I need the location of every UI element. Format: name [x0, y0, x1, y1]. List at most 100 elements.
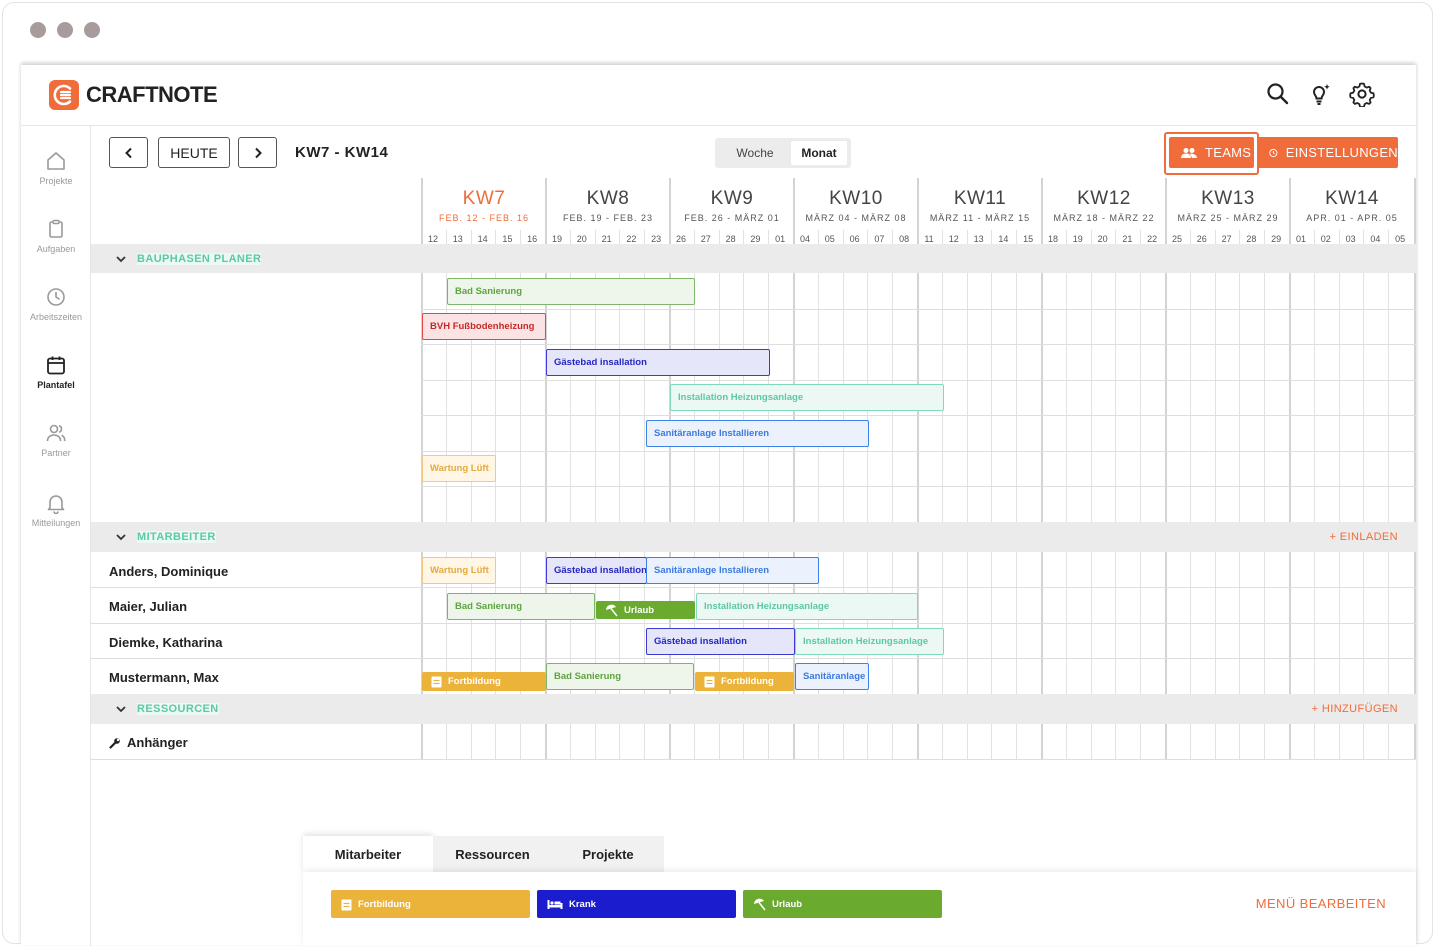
invite-link[interactable]: + EINLADEN [1330, 531, 1399, 543]
staff-bar[interactable]: Bad Sanierung [546, 663, 694, 690]
week-number: KW11 [953, 188, 1007, 209]
week-number: KW14 [1325, 188, 1379, 209]
staff-bar[interactable]: Installation Heizungsanlage [795, 628, 944, 655]
week-date-range: FEB. 19 - FEB. 23 [562, 213, 654, 223]
window-maximize-dot[interactable] [84, 22, 100, 38]
staff-bar[interactable]: Wartung Lüft [422, 557, 496, 584]
absence-fortbildung-bar[interactable]: Fortbildung [422, 672, 546, 691]
legend-chip-label: Fortbildung [358, 898, 411, 910]
section-ressourcen: RESSOURCEN + HINZUFÜGEN [91, 694, 1416, 724]
legend-body: Fortbildung Krank Urlaub MENÜ BEARBEITEN [303, 872, 1416, 946]
app-name: CRAFTNOTE [86, 82, 218, 107]
staff-name: Diemke, Katharina [109, 635, 223, 650]
week-date-range: FEB. 26 - MÄRZ 01 [684, 213, 780, 223]
absence-urlaub-bar[interactable]: Urlaub [596, 601, 695, 619]
next-button[interactable] [238, 137, 277, 168]
window-close-dot[interactable] [30, 22, 46, 38]
settings-gear-icon[interactable] [1349, 81, 1375, 108]
staff-bar[interactable]: Installation Heizungsanlage [696, 593, 918, 620]
week-date-range: MÄRZ 04 - MÄRZ 08 [805, 213, 907, 223]
grid-row-line [91, 587, 1416, 588]
day-number: 12 [427, 234, 438, 244]
top-bar: CRAFTNOTE [21, 65, 1416, 126]
week-number: KW13 [1201, 188, 1255, 209]
phase-bar[interactable]: Sanitäranlage Installieren [646, 420, 869, 447]
legend-tab-ressourcen[interactable]: Ressourcen [433, 836, 552, 872]
sidebar-item-partner[interactable]: Partner [21, 422, 91, 482]
sidebar-item-label: Partner [41, 448, 71, 458]
grid-row-line [421, 486, 1416, 487]
absence-fortbildung-bar[interactable]: Fortbildung [695, 672, 794, 691]
day-number: 12 [948, 234, 959, 244]
view-month-option[interactable]: Monat [791, 141, 847, 165]
legend-chip-urlaub[interactable]: Urlaub [743, 890, 942, 918]
legend-chip-label: Krank [569, 898, 596, 910]
sidebar-item-arbeitszeiten[interactable]: Arbeitszeiten [21, 286, 91, 346]
home-icon [47, 152, 65, 170]
staff-bar[interactable]: Sanitäranlage Installieren [646, 557, 819, 584]
week-number: KW12 [1077, 188, 1131, 209]
bell-icon [47, 495, 65, 514]
sidebar: Projekte Aufgaben Arbeitszeiten Plantafe… [21, 126, 91, 946]
legend-chip-fortbildung[interactable]: Fortbildung [331, 890, 530, 918]
chevron-left-icon [124, 147, 132, 158]
staff-bar[interactable]: Bad Sanierung [447, 593, 595, 620]
window-minimize-dot[interactable] [57, 22, 73, 38]
phase-bar[interactable]: Installation Heizungsanlage [670, 384, 944, 411]
add-resource-link[interactable]: + HINZUFÜGEN [1312, 703, 1398, 715]
day-number: 21 [1122, 234, 1133, 244]
day-number: 28 [725, 234, 736, 244]
day-number: 16 [527, 234, 538, 244]
previous-button[interactable] [109, 137, 148, 168]
legend-tab-projekte[interactable]: Projekte [552, 836, 664, 872]
teams-button[interactable]: TEAMS [1169, 137, 1254, 168]
settings-button[interactable]: EINSTELLUNGEN [1257, 137, 1398, 168]
umbrella-icon [754, 898, 766, 910]
grid-row-line [421, 415, 1416, 416]
sidebar-item-projekte[interactable]: Projekte [21, 150, 91, 210]
week-date-range: MÄRZ 18 - MÄRZ 22 [1053, 213, 1155, 223]
clock-icon [47, 288, 65, 306]
staff-bar[interactable]: Gästebad insallation [646, 628, 795, 655]
lightbulb-icon[interactable] [1306, 81, 1332, 107]
sidebar-item-aufgaben[interactable]: Aufgaben [21, 218, 91, 278]
day-number: 11 [924, 234, 934, 244]
planner-calendar: KW7 FEB. 12 - FEB. 16 12 13 14 15 16 KW8 FEB. 19… [91, 178, 1416, 818]
legend-tab-mitarbeiter[interactable]: Mitarbeiter [303, 836, 433, 872]
day-number: 01 [775, 234, 786, 244]
day-number: 04 [799, 234, 810, 244]
resource-name: Anhänger [127, 735, 188, 750]
week-number: KW7 [462, 188, 506, 209]
app-window: CRAFTNOTE Projekte Aufgaben Arbeitszeite… [21, 65, 1416, 946]
grid-row-line [421, 380, 1416, 381]
search-icon[interactable] [1265, 81, 1291, 107]
day-number: 23 [651, 234, 662, 244]
grid-row-line [91, 759, 1416, 760]
chevron-down-icon[interactable] [116, 533, 126, 541]
phase-bar[interactable]: Bad Sanierung [447, 278, 695, 305]
phase-bar[interactable]: Gästebad insallation [546, 349, 770, 376]
absence-label: Fortbildung [721, 676, 774, 687]
view-week-option[interactable]: Woche [719, 141, 791, 165]
edit-menu-link[interactable]: MENÜ BEARBEITEN [1256, 896, 1386, 911]
sidebar-item-plantafel[interactable]: Plantafel [21, 354, 91, 414]
wrench-icon [109, 737, 120, 749]
chevron-down-icon[interactable] [116, 255, 126, 263]
craftnote-logo-icon [49, 80, 79, 110]
day-number: 26 [675, 234, 686, 244]
today-button[interactable]: HEUTE [158, 137, 230, 168]
clipboard-icon [49, 219, 63, 238]
grid-row-line [91, 623, 1416, 624]
staff-bar[interactable]: Sanitäranlage [795, 663, 869, 690]
bed-icon [547, 899, 563, 909]
week-date-range: APR. 01 - APR. 05 [1306, 213, 1398, 223]
day-number: 28 [1246, 234, 1257, 244]
legend-chip-krank[interactable]: Krank [537, 890, 736, 918]
staff-bar[interactable]: Gästebad insallation [546, 557, 647, 584]
phase-bar[interactable]: Wartung Lüft [422, 455, 496, 482]
day-number: 19 [1072, 234, 1083, 244]
chevron-down-icon[interactable] [116, 705, 126, 713]
sidebar-item-mitteilungen[interactable]: Mitteilungen [21, 492, 91, 552]
sidebar-item-label: Plantafel [37, 380, 75, 390]
phase-bar[interactable]: BVH Fußbodenheizung [422, 313, 546, 340]
